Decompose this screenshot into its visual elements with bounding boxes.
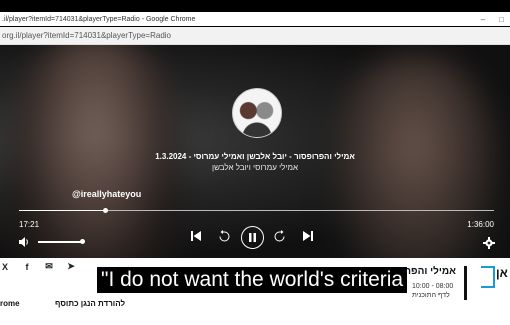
volume-slider[interactable] — [38, 239, 85, 244]
x-icon[interactable]: X — [0, 262, 10, 272]
volume-icon[interactable] — [18, 235, 30, 247]
window-controls: – □ — [481, 15, 510, 24]
logo-mark — [481, 266, 495, 288]
progress-thumb[interactable] — [102, 208, 108, 213]
logo-text: אן — [496, 266, 508, 280]
address-bar[interactable]: org.il/player?itemId=714031&playerType=R… — [0, 27, 510, 45]
window-titlebar: .il/player?itemId=714031&playerType=Radi… — [0, 12, 510, 26]
video-subtitle: "I do not want the world's criteria — [97, 267, 408, 293]
settings-button[interactable] — [483, 236, 495, 249]
program-time: 10:00 - 08:00 — [412, 283, 454, 290]
footer-left-text: rome — [0, 299, 20, 308]
minimize-button[interactable]: – — [481, 15, 485, 24]
progress-fill — [19, 210, 105, 211]
rewind-icon — [219, 230, 230, 242]
radio-player: 1.3.2024 - אמילי והפרופסור - יובל אלבשן … — [0, 45, 510, 258]
pause-icon — [249, 233, 256, 242]
address-url[interactable]: org.il/player?itemId=714031&playerType=R… — [0, 31, 171, 40]
total-time: 1:36:00 — [467, 220, 494, 229]
skip-previous-icon — [191, 231, 201, 241]
forward-icon — [274, 230, 285, 242]
previous-button[interactable] — [190, 230, 202, 242]
station-logo[interactable]: אן — [481, 266, 510, 290]
forward-button[interactable] — [272, 229, 287, 244]
email-icon[interactable]: ✉ — [44, 261, 54, 272]
next-button[interactable] — [302, 230, 314, 242]
episode-title: 1.3.2024 - אמילי והפרופסור - יובל אלבשן … — [155, 152, 355, 161]
program-page-link[interactable]: לדף התוכנית — [412, 292, 450, 299]
current-time: 17:21 — [19, 220, 40, 229]
overlay-handle: @ireallyhateyou — [72, 189, 142, 199]
episode-avatar — [232, 88, 282, 138]
divider — [464, 266, 467, 300]
facebook-icon[interactable]: f — [22, 262, 32, 272]
maximize-button[interactable]: □ — [499, 15, 504, 24]
volume-fill — [38, 241, 82, 243]
share-icons: X f ✉ ➤ — [0, 261, 76, 272]
window-title: .il/player?itemId=714031&playerType=Radi… — [2, 15, 196, 23]
skip-next-icon — [303, 231, 313, 241]
episode-hosts: אמילי עמרוסי ויובל אלבשן — [212, 163, 298, 172]
gear-icon — [483, 237, 495, 249]
download-extension-link[interactable]: להורדת הנגן כתוסף — [55, 299, 125, 308]
volume-thumb[interactable] — [80, 239, 85, 244]
telegram-icon[interactable]: ➤ — [66, 261, 76, 272]
play-pause-button[interactable] — [241, 226, 264, 249]
progress-bar[interactable] — [19, 208, 494, 213]
rewind-button[interactable] — [217, 229, 232, 244]
